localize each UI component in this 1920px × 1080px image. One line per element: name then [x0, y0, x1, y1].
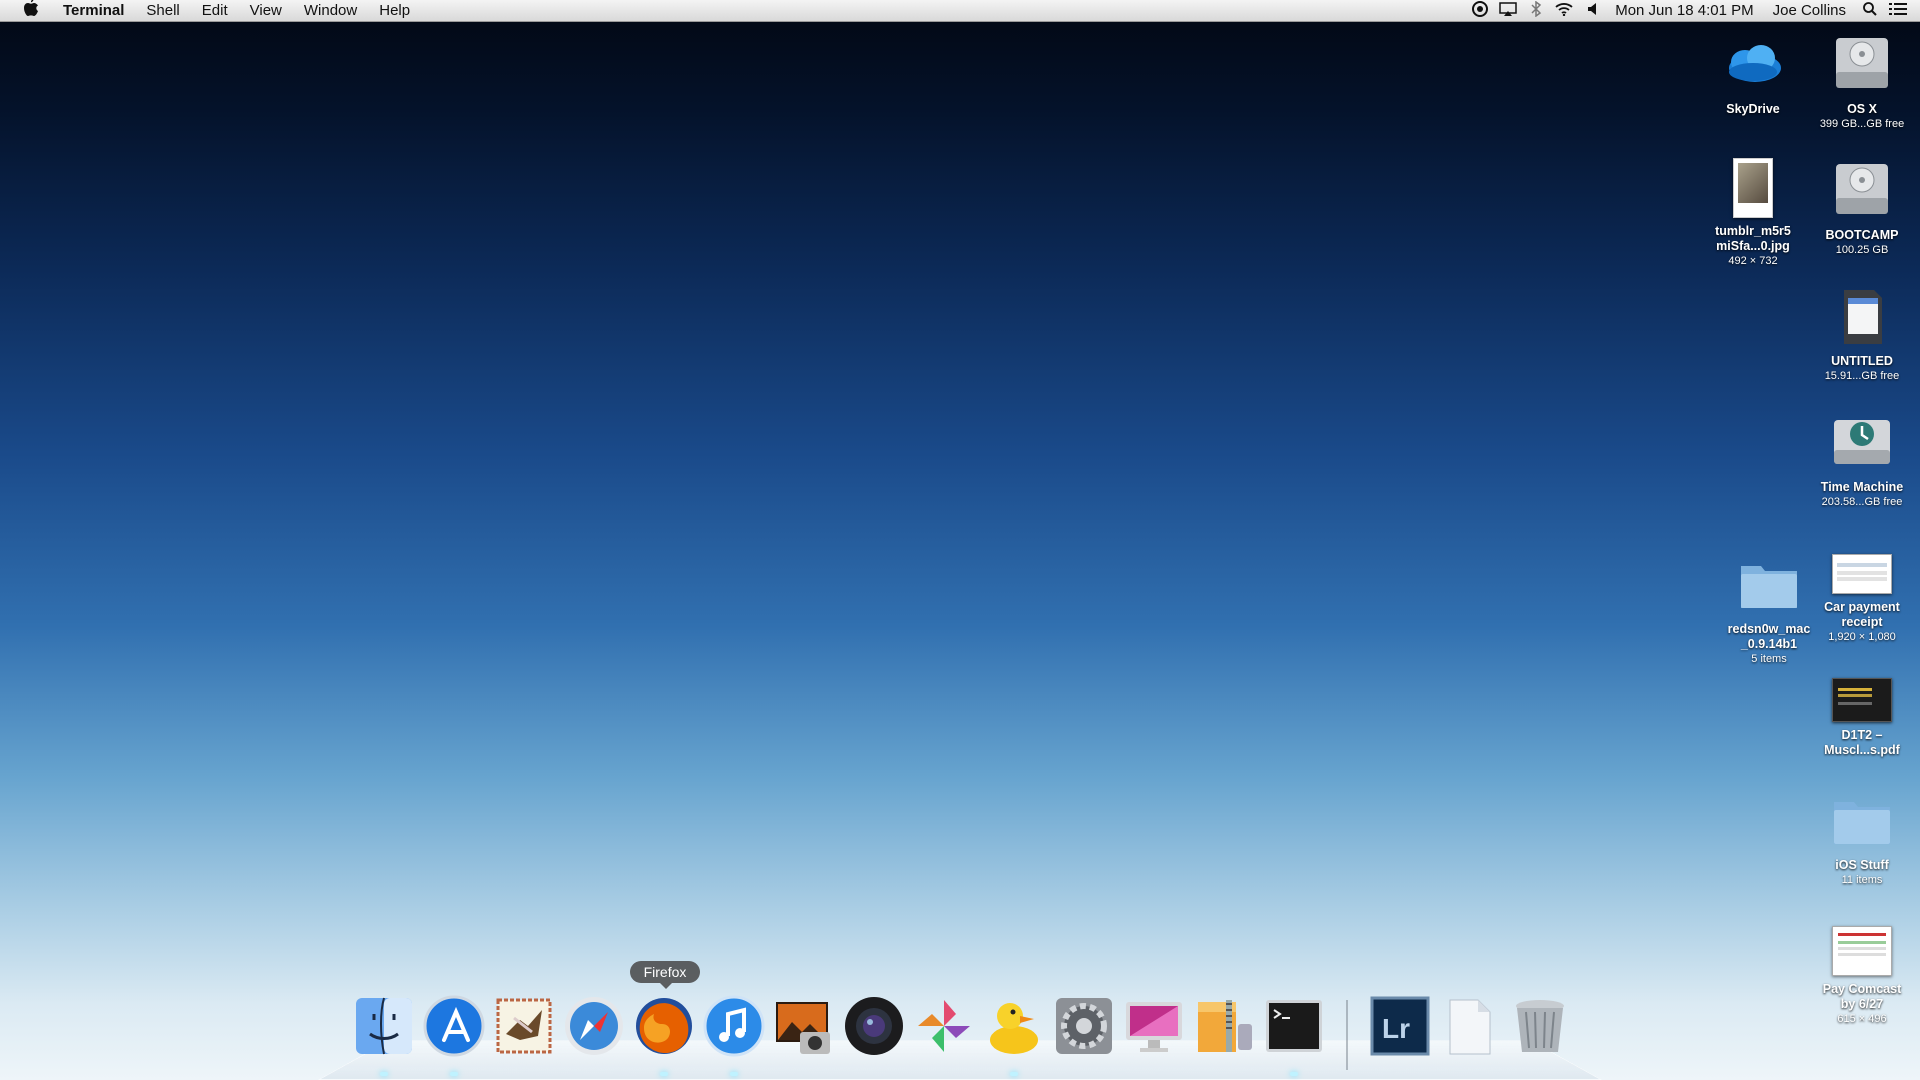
notification-center-icon[interactable] [1884, 2, 1912, 20]
desktop-icon-label: BOOTCAMP [1825, 228, 1899, 242]
dock-app-store-icon[interactable] [422, 994, 486, 1058]
user-name[interactable]: Joe Collins [1763, 2, 1856, 19]
folder-icon [1830, 788, 1894, 852]
desktop-icon-ios-stuff-folder[interactable]: iOS Stuff 11 items [1806, 788, 1918, 887]
desktop-icon-sublabel: 11 items [1841, 874, 1883, 886]
itunes-running-indicator [730, 1072, 738, 1076]
dock-documents-stack-icon[interactable] [1438, 994, 1502, 1058]
dock-terminal-icon[interactable] [1262, 994, 1326, 1058]
desktop-icon-label: OS X [1847, 102, 1877, 116]
sd-card-icon [1830, 284, 1894, 348]
desktop-icon-sublabel: 100.25 GB [1835, 244, 1889, 256]
dock-finder-icon[interactable] [352, 994, 416, 1058]
spotlight-search-icon[interactable] [1856, 1, 1884, 20]
wifi-icon[interactable] [1550, 2, 1578, 20]
dock-trash-icon[interactable] [1508, 994, 1572, 1058]
dock-lightroom-icon[interactable]: Lr [1368, 994, 1432, 1058]
menu-window[interactable]: Window [293, 2, 368, 19]
desktop-icon-sublabel: 615 × 496 [1837, 1013, 1887, 1025]
desktop-icon-d1t2-pdf[interactable]: D1T2 – Muscl...s.pdf [1806, 662, 1918, 758]
terminal-running-indicator [1290, 1072, 1298, 1076]
cyberduck-running-indicator [1010, 1072, 1018, 1076]
desktop-icon-label: tumblr_m5r5 miSfa...0.jpg [1715, 224, 1791, 253]
adium-icon[interactable] [1466, 0, 1494, 21]
folder-icon [1737, 552, 1801, 616]
desktop-icon-time-machine[interactable]: Time Machine 203.58...GB free [1806, 410, 1918, 509]
dock-cyberduck-icon[interactable] [982, 994, 1046, 1058]
menu-view[interactable]: View [239, 2, 293, 19]
finder-running-indicator [380, 1072, 388, 1076]
document-thumbnail-icon [1832, 926, 1892, 976]
volume-icon[interactable] [1578, 2, 1606, 20]
status-area: Mon Jun 18 4:01 PM Joe Collins [1466, 0, 1920, 22]
menu-shell[interactable]: Shell [135, 2, 190, 19]
airplay-icon[interactable] [1494, 1, 1522, 20]
dock-itunes-icon[interactable] [702, 994, 766, 1058]
dock-iphoto-icon[interactable] [772, 994, 836, 1058]
desktop-icon-osx-drive[interactable]: OS X 399 GB...GB free [1806, 32, 1918, 131]
desktop-icon-bootcamp-drive[interactable]: BOOTCAMP 100.25 GB [1806, 158, 1918, 257]
menu-edit[interactable]: Edit [191, 2, 239, 19]
menu-bar: Terminal Shell Edit View Window Help Mon… [0, 0, 1920, 22]
desktop-icon-label: SkyDrive [1726, 102, 1780, 116]
dock-photos-pinwheel-icon[interactable] [912, 994, 976, 1058]
svg-text:Lr: Lr [1382, 1013, 1410, 1044]
image-thumbnail-icon [1733, 158, 1773, 218]
desktop-icon-sublabel: 492 × 732 [1728, 255, 1778, 267]
app-menu-terminal[interactable]: Terminal [52, 2, 135, 19]
dock-archive-utility-icon[interactable] [1192, 994, 1256, 1058]
firefox-running-indicator [660, 1072, 668, 1076]
dock-system-preferences-icon[interactable] [1052, 994, 1116, 1058]
apple-menu-icon[interactable] [18, 0, 44, 22]
skydrive-cloud-icon [1721, 32, 1785, 96]
desktop-icon-car-payment-receipt[interactable]: Car payment receipt 1,920 × 1,080 [1806, 536, 1918, 644]
time-machine-drive-icon [1830, 410, 1894, 474]
menubar-clock[interactable]: Mon Jun 18 4:01 PM [1606, 2, 1762, 19]
desktop-icon-label: iOS Stuff [1835, 858, 1889, 872]
menu-help[interactable]: Help [368, 2, 421, 19]
dock-tooltip: Firefox [630, 961, 700, 989]
desktop-icon-label: Time Machine [1820, 480, 1904, 494]
hard-drive-icon [1830, 32, 1894, 96]
dock-safari-icon[interactable] [562, 994, 626, 1058]
desktop-icon-label: Car payment receipt [1824, 600, 1900, 629]
pdf-thumbnail-icon [1832, 678, 1892, 722]
dock-firefox-icon[interactable] [632, 994, 696, 1058]
bluetooth-icon[interactable] [1522, 0, 1550, 21]
desktop-icon-tumblr-photo[interactable]: tumblr_m5r5 miSfa...0.jpg 492 × 732 [1697, 158, 1809, 268]
desktop-icon-sublabel: 1,920 × 1,080 [1828, 631, 1896, 643]
desktop-icon-pay-comcast[interactable]: Pay Comcast by 6/27 615 × 496 [1806, 914, 1918, 1026]
dock-aperture-icon[interactable] [842, 994, 906, 1058]
desktop-icon-skydrive[interactable]: SkyDrive [1697, 32, 1809, 117]
desktop-icon-label: D1T2 – Muscl...s.pdf [1824, 728, 1900, 757]
screenshot-thumbnail-icon [1832, 554, 1892, 594]
dock-separator[interactable] [1346, 1000, 1348, 1070]
desktop-icon-label: UNTITLED [1831, 354, 1893, 368]
desktop-icon-untitled-sd[interactable]: UNTITLED 15.91...GB free [1806, 284, 1918, 383]
desktop-icon-sublabel: 399 GB...GB free [1819, 118, 1905, 130]
app-store-running-indicator [450, 1072, 458, 1076]
desktop-icon-label: Pay Comcast by 6/27 [1822, 982, 1902, 1011]
desktop-icon-sublabel: 203.58...GB free [1821, 496, 1903, 508]
dock-cleanmymac-icon[interactable] [1122, 994, 1186, 1058]
dock-mail-icon[interactable] [492, 994, 556, 1058]
hard-drive-icon [1830, 158, 1894, 222]
desktop-icon-sublabel: 15.91...GB free [1824, 370, 1900, 382]
